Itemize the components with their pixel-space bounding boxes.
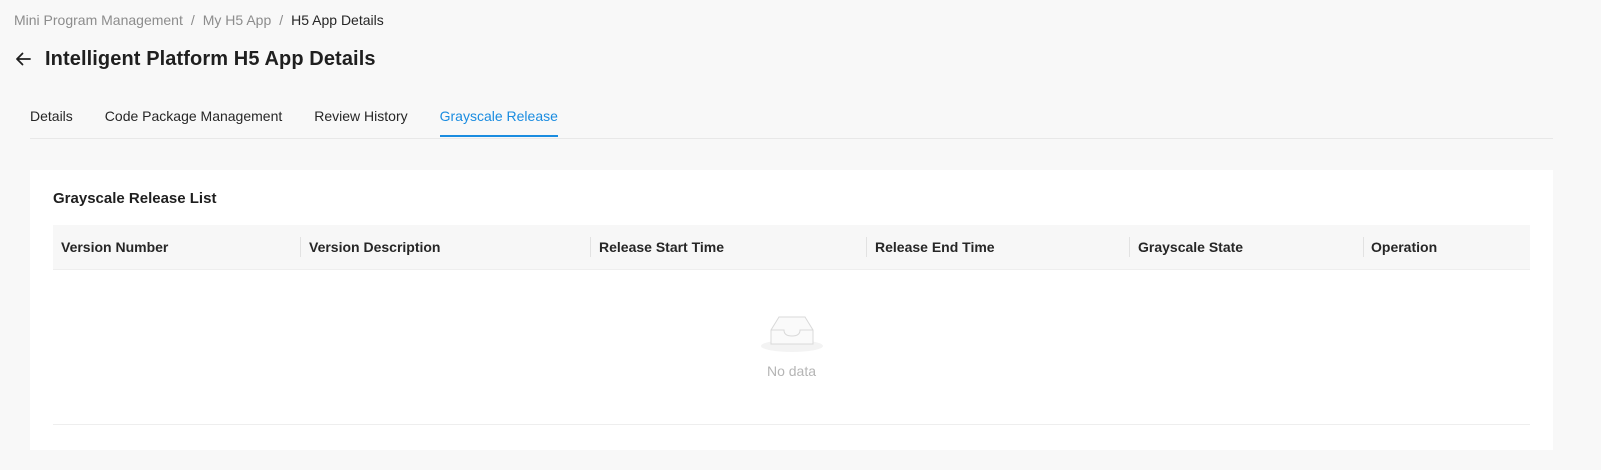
- column-divider: [1363, 237, 1364, 257]
- breadcrumb-item-mini-program-management[interactable]: Mini Program Management: [14, 12, 183, 28]
- column-divider: [866, 237, 867, 257]
- page-title: Intelligent Platform H5 App Details: [45, 47, 376, 70]
- column-header-version-number: Version Number: [61, 239, 169, 255]
- grayscale-release-card: Grayscale Release List Version Number Ve…: [30, 170, 1553, 450]
- arrow-left-icon: [16, 52, 31, 66]
- column-header-version-description: Version Description: [309, 239, 441, 255]
- back-button[interactable]: [12, 48, 34, 70]
- tab-details[interactable]: Details: [30, 96, 73, 137]
- page-header: Intelligent Platform H5 App Details: [12, 44, 376, 74]
- breadcrumb-separator: /: [279, 12, 284, 28]
- column-header-release-end-time: Release End Time: [875, 239, 995, 255]
- column-divider: [1129, 237, 1130, 257]
- page: Mini Program Management / My H5 App / H5…: [0, 0, 1601, 470]
- tab-code-package-management[interactable]: Code Package Management: [105, 96, 282, 137]
- breadcrumb-separator: /: [190, 12, 195, 28]
- tab-review-history[interactable]: Review History: [314, 96, 407, 137]
- column-divider: [590, 237, 591, 257]
- breadcrumb: Mini Program Management / My H5 App / H5…: [14, 10, 384, 30]
- column-header-grayscale-state: Grayscale State: [1138, 239, 1244, 255]
- table-header: Version Number Version Description Relea…: [53, 225, 1530, 270]
- column-divider: [300, 237, 301, 257]
- tab-bar: Details Code Package Management Review H…: [30, 96, 1553, 139]
- empty-state: No data: [53, 270, 1530, 425]
- breadcrumb-item-my-h5-app[interactable]: My H5 App: [203, 12, 271, 28]
- card-title: Grayscale Release List: [53, 190, 217, 207]
- breadcrumb-current: H5 App Details: [291, 12, 384, 28]
- empty-text: No data: [766, 363, 817, 379]
- tab-grayscale-release[interactable]: Grayscale Release: [439, 96, 559, 137]
- empty-inbox-icon: [761, 316, 823, 352]
- column-header-operation: Operation: [1371, 239, 1438, 255]
- column-header-release-start-time: Release Start Time: [599, 239, 725, 255]
